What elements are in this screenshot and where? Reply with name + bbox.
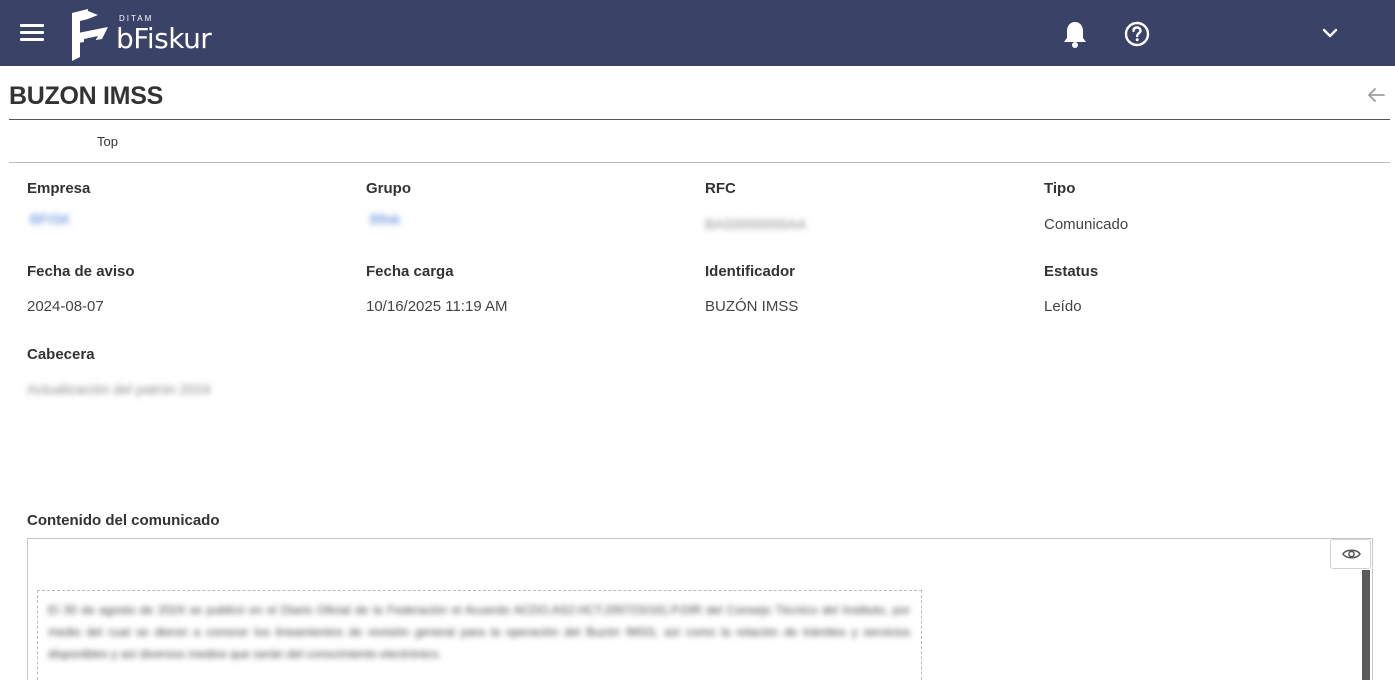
page-title: BUZON IMSS	[9, 82, 163, 110]
hamburger-icon[interactable]	[20, 24, 44, 42]
grupo-value[interactable]: Bfisk	[370, 211, 400, 227]
rfc-value: BAS0000000AA	[705, 216, 807, 232]
grupo-label: Grupo	[366, 180, 411, 197]
document-body-text: El 30 de agosto de 2024 se publicó en el…	[48, 603, 910, 661]
tipo-label: Tipo	[1044, 180, 1076, 197]
fecha-carga-label: Fecha carga	[366, 263, 454, 280]
fecha-aviso-value: 2024-08-07	[27, 298, 104, 315]
empresa-label: Empresa	[27, 180, 91, 197]
identificador-label: Identificador	[705, 263, 796, 280]
title-divider	[9, 119, 1390, 120]
cabecera-label: Cabecera	[27, 346, 95, 363]
estatus-value: Leído	[1044, 298, 1082, 315]
chevron-down-icon[interactable]	[1322, 26, 1338, 40]
estatus-label: Estatus	[1044, 263, 1099, 280]
identificador-value: BUZÓN IMSS	[705, 298, 799, 315]
document-frame: El 30 de agosto de 2024 se publicó en el…	[37, 590, 922, 680]
empresa-value[interactable]: BFISK	[30, 211, 70, 227]
fecha-aviso-label: Fecha de aviso	[27, 263, 135, 280]
cabecera-value: Actualización del patrón 2024	[27, 381, 211, 397]
bfiskur-logo-icon	[64, 9, 110, 61]
brand-name: bFiskur	[116, 22, 212, 55]
fecha-carga-value: 10/16/2025 11:19 AM	[366, 298, 508, 315]
contenido-label: Contenido del comunicado	[27, 512, 220, 529]
eye-icon[interactable]	[1330, 539, 1371, 569]
arrow-left-icon[interactable]	[1366, 86, 1386, 104]
tipo-value: Comunicado	[1044, 216, 1129, 233]
breadcrumb-top[interactable]: Top	[97, 134, 118, 149]
bell-icon[interactable]	[1062, 20, 1088, 48]
breadcrumb-divider	[9, 162, 1390, 163]
content-scrollbar[interactable]	[1362, 570, 1370, 680]
help-circle-icon[interactable]	[1124, 21, 1150, 47]
top-navigation-bar: DITAM bFiskur	[0, 0, 1395, 66]
rfc-label: RFC	[705, 180, 736, 197]
